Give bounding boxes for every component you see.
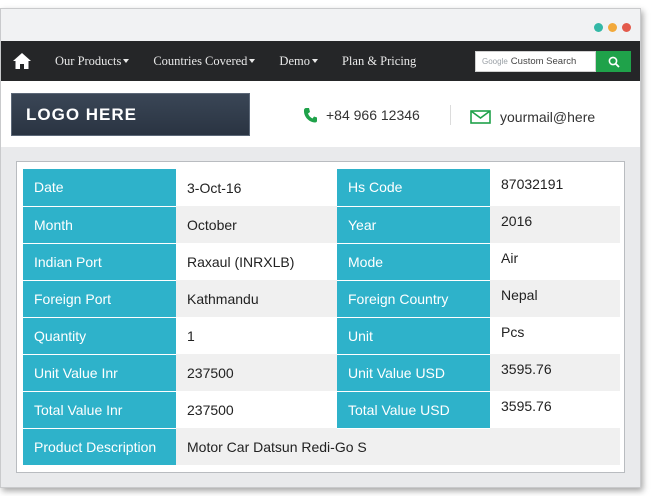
search-form: Google Custom Search: [475, 51, 631, 72]
nav-plan-pricing[interactable]: Plan & Pricing: [330, 41, 428, 81]
foreign-country-value: Nepal: [490, 280, 620, 317]
table-row: Total Value Inr 237500 Total Value USD 3…: [23, 391, 620, 429]
year-label: Year: [337, 206, 490, 244]
table-row: Foreign Port Kathmandu Foreign Country N…: [23, 280, 620, 318]
shipment-details-panel: Date 3-Oct-16 Hs Code 87032191 Month Oct…: [16, 161, 625, 473]
nav-countries-covered[interactable]: Countries Covered: [141, 41, 267, 81]
total-value-inr-value: 237500: [176, 391, 337, 428]
phone-contact[interactable]: +84 966 12346: [303, 107, 420, 123]
total-value-usd-value: 3595.76: [490, 391, 620, 428]
foreign-country-label: Foreign Country: [337, 280, 490, 318]
chevron-down-icon: [249, 59, 256, 63]
navbar: Our Products Countries Covered Demo Plan…: [1, 41, 640, 81]
phone-number: +84 966 12346: [326, 107, 420, 123]
total-value-inr-label: Total Value Inr: [23, 391, 176, 429]
hs-code-value: 87032191: [490, 169, 620, 206]
table-row: Unit Value Inr 237500 Unit Value USD 359…: [23, 354, 620, 392]
shipment-details-table: Date 3-Oct-16 Hs Code 87032191 Month Oct…: [23, 169, 620, 466]
year-value: 2016: [490, 206, 620, 243]
unit-value: Pcs: [490, 317, 620, 354]
table-row: Quantity 1 Unit Pcs: [23, 317, 620, 355]
nav-our-products-label: Our Products: [55, 53, 122, 68]
search-button[interactable]: [596, 51, 631, 72]
window-dot-yellow[interactable]: [608, 23, 617, 32]
home-icon: [13, 53, 31, 69]
window-dot-red[interactable]: [622, 23, 631, 32]
chevron-down-icon: [311, 59, 318, 63]
month-value: October: [176, 206, 337, 243]
foreign-port-label: Foreign Port: [23, 280, 176, 318]
indian-port-label: Indian Port: [23, 243, 176, 281]
search-input[interactable]: Google Custom Search: [475, 51, 596, 72]
indian-port-value: Raxaul (INRXLB): [176, 243, 337, 280]
table-row: Product Description Motor Car Datsun Red…: [23, 428, 620, 466]
unit-value-inr-label: Unit Value Inr: [23, 354, 176, 392]
chevron-down-icon: [123, 59, 130, 63]
quantity-value: 1: [176, 317, 337, 354]
nav-countries-covered-label: Countries Covered: [153, 53, 248, 68]
date-value: 3-Oct-16: [176, 169, 337, 206]
table-row: Month October Year 2016: [23, 206, 620, 244]
table-row: Indian Port Raxaul (INRXLB) Mode Air: [23, 243, 620, 281]
date-label: Date: [23, 169, 176, 207]
unit-value-usd-label: Unit Value USD: [337, 354, 490, 392]
search-icon: [608, 56, 620, 68]
nav-demo[interactable]: Demo: [267, 41, 330, 81]
search-placeholder: Custom Search: [510, 56, 577, 67]
hs-code-label: Hs Code: [337, 169, 490, 207]
nav-demo-label: Demo: [279, 53, 310, 68]
nav-plan-pricing-label: Plan & Pricing: [341, 53, 417, 68]
nav-our-products[interactable]: Our Products: [43, 41, 141, 81]
month-label: Month: [23, 206, 176, 244]
window-dot-green[interactable]: [594, 23, 603, 32]
logo[interactable]: LOGO HERE: [11, 93, 250, 136]
total-value-usd-label: Total Value USD: [337, 391, 490, 429]
product-description-value: Motor Car Datsun Redi-Go S: [176, 428, 620, 465]
google-brand: Google: [482, 57, 508, 66]
phone-icon: [303, 108, 317, 123]
unit-value-inr-value: 237500: [176, 354, 337, 391]
header-divider: [450, 105, 451, 125]
email-contact[interactable]: yourmail@here: [470, 109, 595, 125]
mode-label: Mode: [337, 243, 490, 281]
title-bar: [1, 9, 640, 41]
home-button[interactable]: [1, 41, 43, 81]
site-header: LOGO HERE +84 966 12346 yourmail@here: [1, 81, 640, 147]
envelope-icon: [470, 110, 491, 124]
quantity-label: Quantity: [23, 317, 176, 355]
table-row: Date 3-Oct-16 Hs Code 87032191: [23, 169, 620, 207]
mode-value: Air: [490, 243, 620, 280]
foreign-port-value: Kathmandu: [176, 280, 337, 317]
product-description-label: Product Description: [23, 428, 176, 466]
window-controls: [594, 23, 631, 32]
unit-label: Unit: [337, 317, 490, 355]
unit-value-usd-value: 3595.76: [490, 354, 620, 391]
browser-window: Our Products Countries Covered Demo Plan…: [0, 8, 641, 488]
email-address: yourmail@here: [500, 109, 596, 125]
